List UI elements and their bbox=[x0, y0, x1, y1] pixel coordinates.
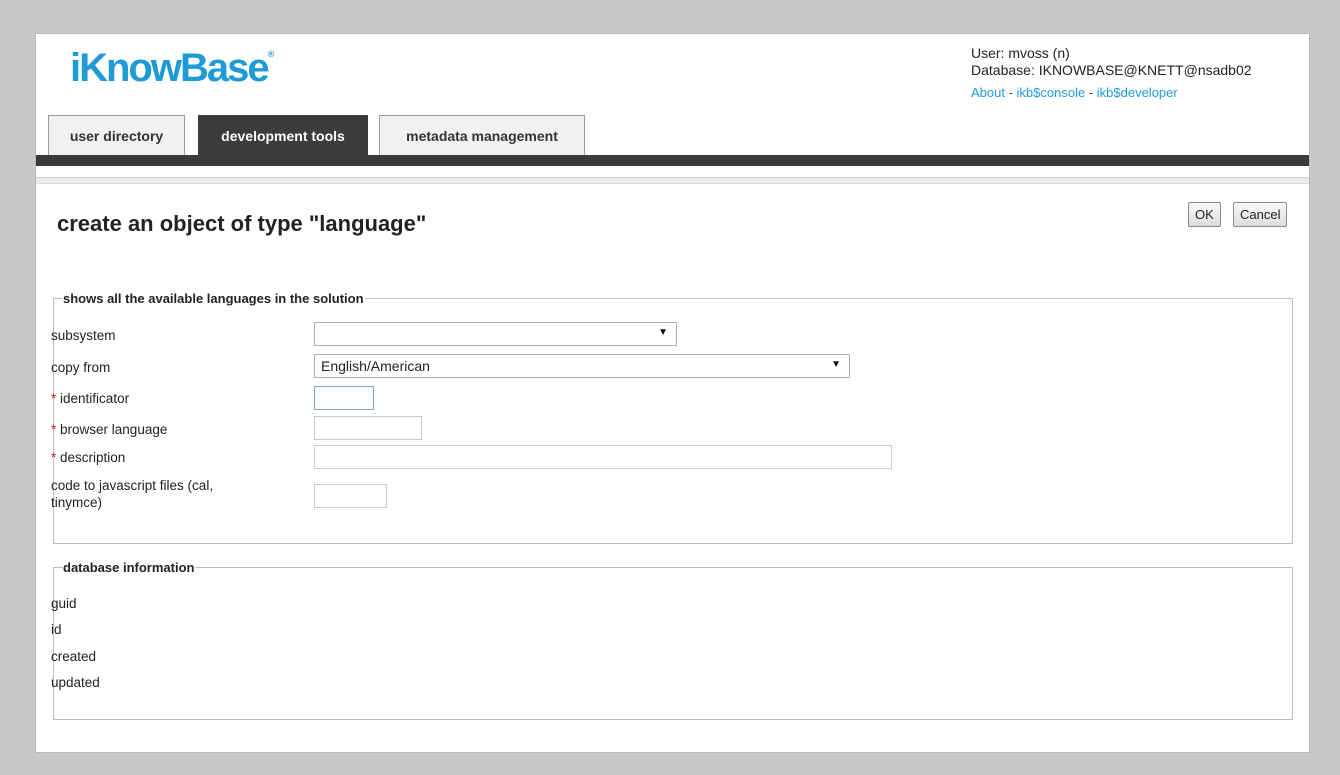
code-js-input[interactable] bbox=[314, 484, 387, 508]
link-separator: - bbox=[1004, 85, 1017, 100]
page-title: create an object of type "language" bbox=[57, 211, 427, 236]
chevron-down-icon: ▼ bbox=[831, 359, 841, 370]
description-label: * description bbox=[51, 449, 125, 466]
cancel-button[interactable]: Cancel bbox=[1233, 202, 1288, 227]
fieldset-legend: shows all the available languages in the… bbox=[63, 291, 364, 306]
about-link[interactable]: About bbox=[971, 85, 1005, 100]
code-js-label-line2: tinymce) bbox=[51, 495, 103, 510]
ok-button[interactable]: OK bbox=[1188, 202, 1221, 227]
iknowbase-logo[interactable]: iKnowBase® bbox=[70, 48, 274, 88]
user-line: User: mvoss (n) bbox=[971, 45, 1070, 61]
copy-from-value: English/American bbox=[321, 358, 430, 374]
logo-text: iKnowBase bbox=[70, 46, 270, 90]
subsystem-label: subsystem bbox=[51, 328, 116, 343]
page-container: iKnowBase® User: mvoss (n) Database: IKN… bbox=[35, 33, 1310, 753]
registered-mark: ® bbox=[267, 49, 275, 59]
code-js-label-line1: code to javascript files (cal, bbox=[51, 478, 214, 493]
identificator-label-text: identificator bbox=[60, 391, 130, 406]
database-line: Database: IKNOWBASE@KNETT@nsadb02 bbox=[971, 62, 1252, 78]
browser-language-input[interactable] bbox=[314, 416, 422, 440]
tab-user-directory[interactable]: user directory bbox=[48, 115, 185, 155]
created-label: created bbox=[51, 649, 97, 664]
database-info-fieldset: database information bbox=[53, 560, 1293, 720]
header-links: About - ikb$console - ikb$developer bbox=[971, 84, 1252, 101]
fieldset-legend: database information bbox=[63, 560, 195, 575]
console-link[interactable]: ikb$console bbox=[1017, 85, 1086, 100]
link-separator: - bbox=[1085, 85, 1097, 100]
required-mark: * bbox=[51, 391, 57, 406]
tab-development-tools[interactable]: development tools bbox=[198, 115, 368, 155]
updated-label: updated bbox=[51, 675, 100, 690]
tab-metadata-management[interactable]: metadata management bbox=[379, 115, 585, 155]
description-input[interactable] bbox=[314, 445, 892, 469]
developer-link[interactable]: ikb$developer bbox=[1097, 85, 1178, 100]
required-mark: * bbox=[51, 450, 57, 465]
identificator-label: * identificator bbox=[51, 390, 129, 407]
copy-from-label: copy from bbox=[51, 360, 111, 375]
tab-bar bbox=[36, 155, 1309, 166]
required-mark: * bbox=[51, 422, 57, 437]
user-info: User: mvoss (n) Database: IKNOWBASE@KNET… bbox=[971, 45, 1252, 101]
copy-from-select[interactable]: English/American ▼ bbox=[314, 354, 850, 378]
browser-language-label: * browser language bbox=[51, 421, 167, 438]
identificator-input[interactable] bbox=[314, 386, 374, 410]
id-label: id bbox=[51, 622, 62, 637]
chevron-down-icon: ▼ bbox=[658, 327, 668, 338]
guid-label: guid bbox=[51, 596, 77, 611]
code-js-label: code to javascript files (cal, tinymce) bbox=[51, 477, 213, 511]
tab-divider bbox=[36, 177, 1309, 184]
subsystem-select[interactable]: ▼ bbox=[314, 322, 677, 346]
description-label-text: description bbox=[60, 450, 126, 465]
browser-language-label-text: browser language bbox=[60, 422, 168, 437]
